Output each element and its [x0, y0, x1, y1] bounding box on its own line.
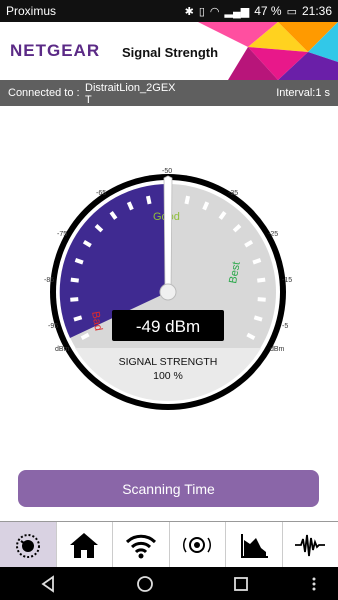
needle-hub: [159, 283, 177, 301]
chart-icon: [240, 534, 268, 558]
vibrate-icon: ▯: [198, 5, 205, 18]
gauge-tick: [73, 315, 83, 322]
scale-label-dbm-left: dBm: [55, 346, 70, 353]
scale-label: -75: [57, 231, 67, 238]
tab-chart[interactable]: [226, 522, 283, 568]
network-ssid: DistraitLion_2GEX T: [85, 82, 176, 106]
wifi-icon: [125, 534, 156, 559]
tab-waveform[interactable]: [283, 522, 338, 568]
interval-label: Interval:1 s: [276, 87, 330, 99]
tab-speaker[interactable]: [170, 522, 226, 568]
connection-bar: Connected to : DistraitLion_2GEX T Inter…: [0, 80, 338, 106]
gauge-icon: [15, 534, 40, 558]
scanning-time-button[interactable]: Scanning Time: [18, 470, 319, 507]
system-nav-bar: [0, 567, 338, 600]
gauge-tick: [184, 195, 191, 205]
bluetooth-icon: ✱: [184, 5, 194, 18]
gauge-percent: 100 %: [153, 370, 183, 382]
scale-label: -15: [282, 277, 292, 284]
gauge-tick: [253, 315, 263, 322]
back-button[interactable]: [0, 574, 97, 593]
scale-label: -95: [48, 323, 58, 330]
tab-signal-meter[interactable]: [0, 522, 57, 568]
battery-percent: 47 %: [254, 4, 282, 18]
bottom-tab-bar: [0, 521, 338, 568]
tab-wifi[interactable]: [113, 522, 170, 568]
status-bar: Proximus ✱ ▯ ◠ ▂▄▆ 47 % ▭ 21:36: [0, 0, 338, 22]
signal-reading: -49 dBm: [136, 317, 200, 336]
tab-home[interactable]: [57, 522, 113, 568]
connected-label: Connected to :: [8, 87, 80, 99]
overflow-menu-icon: [312, 577, 316, 590]
gauge-caption: SIGNAL STRENGTH: [119, 356, 218, 368]
gauge-tick: [145, 195, 152, 205]
clock: 21:36: [301, 4, 332, 18]
gauge-tick: [252, 258, 262, 265]
scale-label: -50: [162, 168, 172, 175]
signal-bars-icon: ▂▄▆: [224, 5, 250, 18]
netgear-logo: NETGEAR: [10, 41, 101, 60]
home-icon: [70, 533, 99, 558]
scale-label: -85: [44, 277, 54, 284]
scale-label-dbm-right: dBm: [270, 346, 285, 353]
speaker-icon: [183, 537, 212, 553]
menu-button[interactable]: [290, 575, 338, 593]
scale-label: -25: [268, 231, 278, 238]
scale-label: -65: [96, 190, 106, 197]
home-circle-icon: [136, 575, 153, 592]
gauge-tick: [257, 297, 266, 302]
recents-button[interactable]: [193, 575, 290, 593]
back-icon: [41, 574, 55, 593]
gauge-tick: [257, 277, 266, 283]
gauge-tick: [70, 297, 79, 302]
gauge-tick: [74, 258, 84, 265]
carrier-name: Proximus: [6, 4, 57, 18]
battery-icon: ▭: [286, 5, 297, 18]
scale-label: -5: [282, 323, 288, 330]
gauge-needle: [163, 175, 173, 293]
page-title: Signal Strength: [122, 45, 219, 60]
signal-gauge: dBm -95 -85 -75 -65 -50 -35 -25 -15 -5 d…: [44, 168, 292, 410]
wifi-status-icon: ◠: [209, 5, 220, 18]
home-nav-button[interactable]: [97, 575, 194, 593]
waveform-icon: [295, 534, 326, 557]
recents-icon: [234, 576, 249, 591]
gauge-tick: [70, 277, 79, 283]
app-header: NETGEAR Signal Strength: [0, 22, 338, 80]
scale-label: -35: [228, 190, 238, 197]
